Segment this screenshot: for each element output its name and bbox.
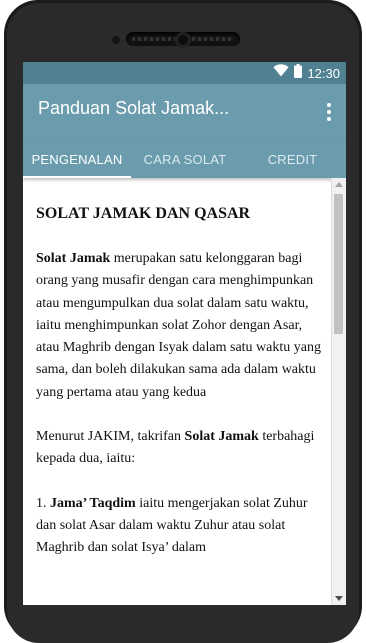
paragraph-2: Menurut JAKIM, takrifan Solat Jamak terb… <box>36 426 326 471</box>
app-bar: Panduan Solat Jamak... <box>23 84 346 140</box>
bold-term: Jama’ Taqdim <box>50 495 136 511</box>
wifi-icon <box>273 64 289 82</box>
vertical-scrollbar[interactable] <box>331 178 346 605</box>
article-content: SOLAT JAMAK DAN QASAR Solat Jamak merupa… <box>23 178 332 605</box>
paragraph-1: Solat Jamak merupakan satu kelonggaran b… <box>36 248 326 404</box>
bold-term: Solat Jamak <box>184 429 259 445</box>
battery-icon <box>294 63 303 83</box>
phone-frame: 12:30 Panduan Solat Jamak... PENGENALAN … <box>0 0 366 643</box>
bold-term: Solat Jamak <box>36 251 111 266</box>
app-title: Panduan Solat Jamak... <box>38 98 230 118</box>
screen: 12:30 Panduan Solat Jamak... PENGENALAN … <box>23 62 346 605</box>
scrollbar-thumb[interactable] <box>334 194 343 334</box>
tab-bar: PENGENALAN CARA SOLAT CREDIT <box>23 140 346 178</box>
tab-credit[interactable]: CREDIT <box>239 140 346 178</box>
paragraph-text: Menurut JAKIM, takrifan <box>36 429 185 445</box>
front-camera <box>175 32 191 48</box>
article-heading: SOLAT JAMAK DAN QASAR <box>36 205 251 222</box>
scroll-up-arrow-icon[interactable] <box>335 182 343 187</box>
list-number: 1. <box>36 495 50 511</box>
overflow-menu-icon[interactable] <box>322 98 336 126</box>
tab-pengenalan[interactable]: PENGENALAN <box>23 140 131 178</box>
paragraph-text: merupakan satu kelonggaran bagi orang ya… <box>36 251 321 400</box>
tab-cara-solat[interactable]: CARA SOLAT <box>131 140 239 178</box>
proximity-sensor <box>112 36 120 44</box>
scroll-down-arrow-icon[interactable] <box>335 596 343 601</box>
list-item: 1. Jama’ Taqdim iaitu mengerjakan solat … <box>36 493 326 560</box>
status-bar: 12:30 <box>23 62 346 84</box>
status-time: 12:30 <box>307 65 340 81</box>
